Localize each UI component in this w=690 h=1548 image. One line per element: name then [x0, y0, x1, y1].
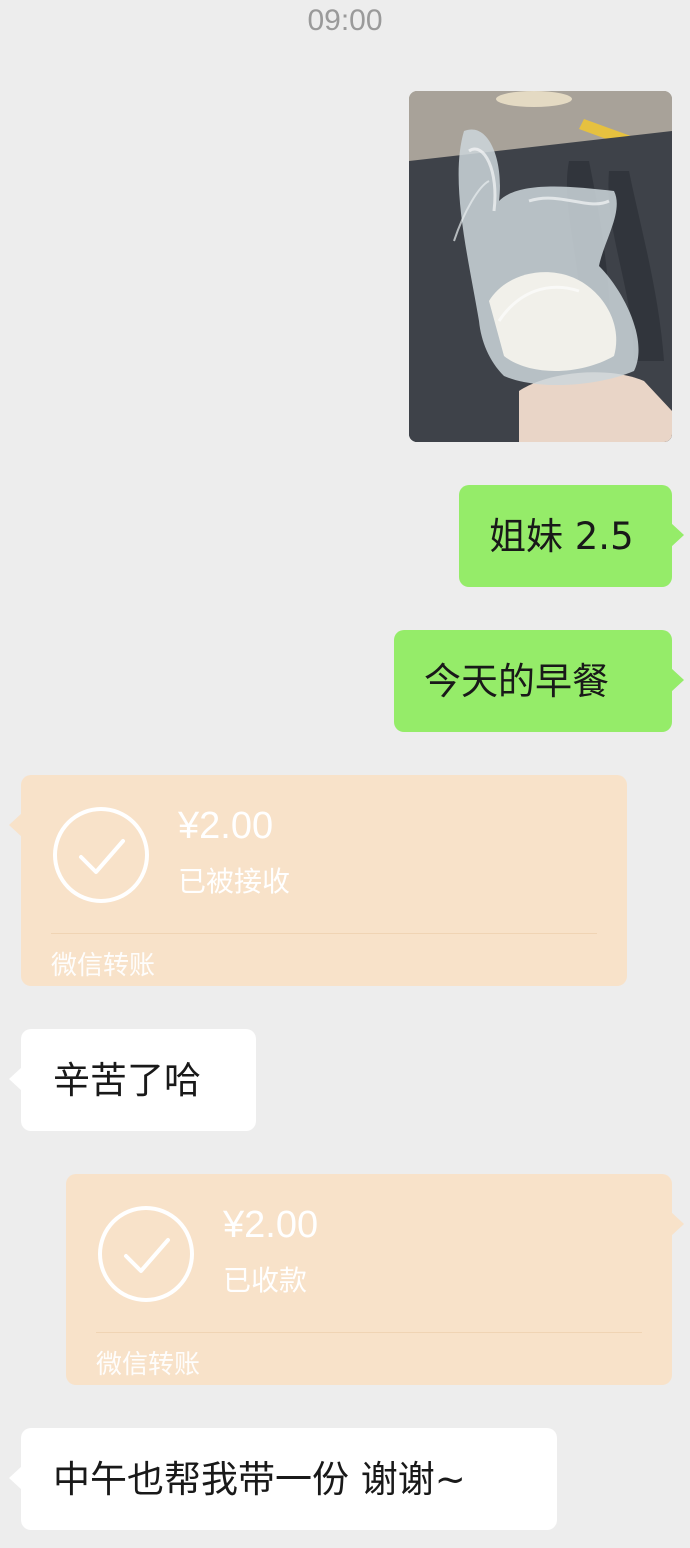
transfer-amount: ¥2.00	[223, 1204, 319, 1246]
bubble-tail	[9, 813, 22, 837]
bubble-tail	[9, 1067, 22, 1091]
bubble-tail	[9, 1466, 22, 1490]
photo-message[interactable]	[409, 91, 672, 442]
divider	[96, 1332, 642, 1333]
outgoing-message-bubble[interactable]: 今天的早餐	[394, 630, 684, 732]
outgoing-message-bubble[interactable]: 姐妹 2.5	[459, 485, 684, 587]
transfer-footer: 微信转账	[96, 1350, 201, 1380]
timestamp: 09:00	[307, 4, 383, 37]
message-text: 辛苦了哈	[53, 1058, 201, 1102]
bubble-tail	[671, 523, 684, 547]
check-circle-icon	[53, 807, 149, 903]
transfer-card[interactable]: ¥2.00 已被接收 微信转账	[9, 775, 627, 986]
incoming-message-bubble[interactable]: 辛苦了哈	[9, 1029, 256, 1131]
photo-content	[409, 91, 672, 442]
transfer-status: 已收款	[223, 1264, 308, 1297]
check-circle-icon	[98, 1206, 194, 1302]
message-text: 中午也帮我带一份 谢谢~	[53, 1457, 466, 1501]
transfer-amount: ¥2.00	[178, 805, 274, 847]
divider	[51, 933, 597, 934]
bubble-tail	[671, 668, 684, 692]
transfer-footer: 微信转账	[51, 951, 156, 981]
transfer-status: 已被接收	[178, 865, 291, 898]
bubble-tail	[671, 1212, 684, 1236]
message-text: 姐妹 2.5	[489, 514, 634, 558]
incoming-message-bubble[interactable]: 中午也帮我带一份 谢谢~	[9, 1428, 557, 1530]
transfer-card[interactable]: ¥2.00 已收款 微信转账	[66, 1174, 684, 1385]
message-text: 今天的早餐	[424, 659, 609, 703]
